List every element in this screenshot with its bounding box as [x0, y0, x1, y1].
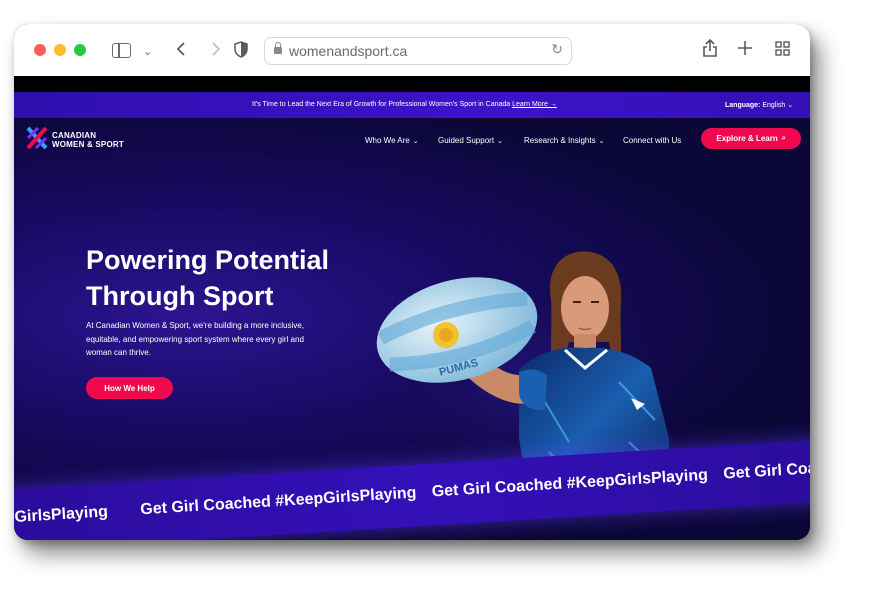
chevron-down-icon: ⌄	[598, 138, 605, 145]
language-selector[interactable]: Language: English ⌄	[725, 101, 793, 109]
language-value: English	[762, 102, 786, 109]
sidebar-icon[interactable]	[112, 43, 131, 58]
page-top-strip	[14, 76, 810, 92]
address-bar[interactable]: womenandsport.ca ↻	[264, 37, 572, 65]
lock-icon	[274, 42, 282, 54]
logo-wordmark[interactable]: CANADIAN WOMEN & SPORT	[52, 131, 124, 149]
nav-item-label: Research & Insights	[524, 136, 596, 145]
browser-toolbar: ⌄ womenandsport.ca ↻	[14, 24, 810, 76]
language-label: Language:	[725, 102, 761, 109]
search-icon: ⌕	[781, 134, 786, 142]
ribbon-phrase: Get Girl Coached #KeepGirlsPlaying	[139, 484, 417, 519]
url-text: womenandsport.ca	[289, 43, 408, 59]
nav-item-label: Who We Are	[365, 136, 410, 145]
explore-learn-label: Explore & Learn	[716, 134, 778, 143]
close-window-button[interactable]	[34, 44, 46, 56]
nav-guided-support[interactable]: Guided Support ⌄	[438, 136, 503, 145]
reload-icon[interactable]: ↻	[551, 41, 563, 58]
learn-more-link[interactable]: Learn More →	[512, 101, 557, 108]
nav-who-we-are[interactable]: Who We Are ⌄	[365, 136, 419, 145]
zoom-window-button[interactable]	[74, 44, 86, 56]
brand-line-2: WOMEN & SPORT	[52, 140, 124, 149]
hero-title-line-1: Powering Potential	[86, 245, 330, 275]
announcement-bar: It's Time to Lead the Next Era of Growth…	[14, 92, 810, 118]
brand-line-1: CANADIAN	[52, 131, 97, 140]
hero-title-line-2: Through Sport	[86, 281, 274, 311]
how-we-help-button[interactable]: How We Help	[86, 377, 173, 399]
tab-overview-icon[interactable]	[775, 41, 790, 56]
minimize-window-button[interactable]	[54, 44, 66, 56]
back-icon[interactable]	[174, 41, 188, 57]
browser-window: ⌄ womenandsport.ca ↻ It's Time to Lead t…	[14, 24, 810, 540]
share-icon[interactable]	[702, 38, 718, 58]
nav-item-label: Connect with Us	[623, 136, 682, 145]
shield-icon[interactable]	[234, 41, 248, 58]
logo-icon[interactable]	[26, 126, 48, 150]
hero-description: At Canadian Women & Sport, we're buildin…	[86, 321, 304, 357]
ribbon-phrase: Get Girl Coached #KeepGirlsPlaying	[431, 466, 709, 501]
chevron-down-icon[interactable]: ⌄	[143, 42, 152, 62]
forward-icon[interactable]	[209, 41, 223, 57]
hero-title: Powering Potential Through Sport	[86, 242, 386, 314]
nav-item-label: Guided Support	[438, 136, 495, 145]
explore-learn-button[interactable]: Explore & Learn ⌕	[701, 128, 801, 149]
chevron-down-icon: ⌄	[497, 138, 503, 145]
new-tab-icon[interactable]	[738, 41, 752, 55]
ribbon-phrase: Get Girl Coac	[722, 459, 810, 483]
ribbon-phrase: GirlsPlaying	[14, 503, 109, 527]
nav-connect-with-us[interactable]: Connect with Us	[623, 136, 681, 145]
chevron-down-icon: ⌄	[412, 138, 419, 145]
nav-research-insights[interactable]: Research & Insights ⌄	[524, 136, 604, 145]
announcement-text: It's Time to Lead the Next Era of Growth…	[252, 101, 511, 108]
website: It's Time to Lead the Next Era of Growth…	[14, 92, 810, 540]
site-navbar: CANADIAN WOMEN & SPORT Who We Are ⌄ Guide…	[14, 118, 810, 164]
chevron-down-icon: ⌄	[787, 102, 794, 109]
